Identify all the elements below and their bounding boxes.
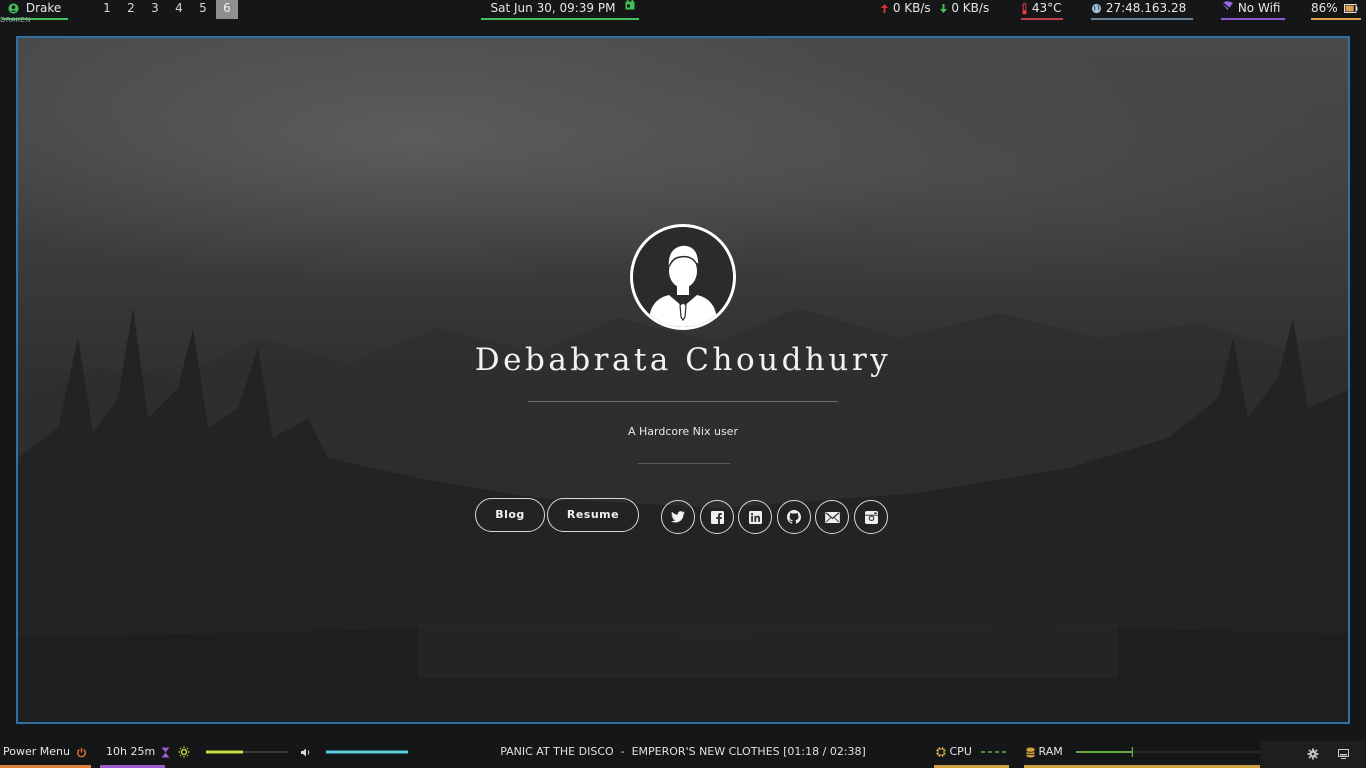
bottom-panel: Power Menu 10h 25m PANIC AT THE DISCO - … [0,740,1366,768]
user-avatar-icon [633,227,733,327]
volume-fill [325,750,408,754]
ram-marker [1132,747,1134,757]
battery-percent: 86% [1311,1,1338,15]
download-speed: 0 KB/s [951,1,990,15]
now-playing-widget[interactable]: PANIC AT THE DISCO - EMPEROR'S NEW CLOTH… [430,740,936,768]
upload-speed: 0 KB/s [892,1,931,15]
temperature-value: 43°C [1031,1,1062,15]
clock-text: Sat Jun 30, 09:39 PM [490,1,616,15]
wifi-widget[interactable]: No Wifi [1221,0,1285,20]
power-icon [77,747,87,757]
thermometer-icon [1022,2,1027,14]
email-icon [824,511,840,523]
upload-arrow-icon [881,4,888,13]
ram-widget: RAM [1024,740,1263,768]
instagram-icon [864,510,878,524]
workspace-5[interactable]: 5 [192,0,214,19]
ram-label: RAM [1038,745,1063,758]
ram-fill [1076,751,1133,753]
facebook-icon [710,510,724,524]
clock-widget[interactable]: Sat Jun 30, 09:39 PM [481,0,639,20]
brightness-icon [178,746,190,758]
user-icon [8,3,19,14]
linkedin-icon [748,510,762,524]
profile-tagline: A Hardcore Nix user [628,425,738,438]
ip-widget: 27:48.163.28 [1091,0,1193,20]
workspace-6[interactable]: 6 [216,0,238,19]
ip-address: 27:48.163.28 [1105,1,1187,15]
twitter-link[interactable] [661,500,695,534]
power-menu-label: Power Menu [3,745,70,758]
cpu-label: CPU [949,745,972,758]
download-arrow-icon [939,4,947,13]
user-sublabel: DRAKEN [0,16,31,24]
volume-slider[interactable] [325,749,408,755]
network-speed-widget: 0 KB/s 0 KB/s [880,0,1000,20]
system-tray [1260,741,1366,768]
twitter-icon [671,511,685,523]
browser-window[interactable]: Debabrata Choudhury A Hardcore Nix user … [16,36,1350,724]
divider [528,401,838,402]
github-link[interactable] [777,500,811,534]
avatar [630,224,736,330]
resume-button[interactable]: Resume [547,498,639,532]
settings-gear-icon[interactable] [1307,748,1319,760]
speaker-icon [301,748,310,756]
facebook-link[interactable] [700,500,734,534]
github-icon [787,510,801,524]
workspace-2[interactable]: 2 [120,0,142,19]
cpu-widget: CPU [934,740,1009,768]
uptime-widget: 10h 25m [100,740,170,768]
workspace-1[interactable]: 1 [96,0,118,19]
memory-icon [1026,747,1035,757]
battery-widget: 86% [1311,0,1361,20]
linkedin-link[interactable] [738,500,772,534]
chip-icon [936,747,946,757]
wifi-off-icon [1221,1,1234,13]
display-icon[interactable] [1338,749,1349,759]
top-panel: Drake DRAKEN 1 2 3 4 5 6 Sat Jun 30, 09:… [0,0,1366,24]
now-playing-text: PANIC AT THE DISCO - EMPEROR'S NEW CLOTH… [500,745,866,758]
profile-hero: Debabrata Choudhury A Hardcore Nix user … [18,38,1348,722]
brightness-slider[interactable] [205,749,288,755]
wifi-status: No Wifi [1237,1,1281,15]
workspace-3[interactable]: 3 [144,0,166,19]
hourglass-icon [161,747,170,757]
workspace-4[interactable]: 4 [168,0,190,19]
temperature-widget: 43°C [1021,0,1063,20]
brightness-widget[interactable] [178,740,288,768]
battery-fill [1345,5,1354,12]
profile-name: Debabrata Choudhury [474,342,892,378]
instagram-link[interactable] [854,500,888,534]
globe-icon [1091,3,1102,14]
brightness-fill [205,750,243,754]
ram-graph [1076,747,1263,757]
user-name: Drake [25,1,62,15]
divider [638,463,730,464]
battery-icon [1343,4,1357,13]
email-link[interactable] [815,500,849,534]
power-menu-button[interactable]: Power Menu [0,740,91,768]
uptime-value: 10h 25m [106,745,156,758]
cpu-graph [981,751,1007,753]
calendar-icon [625,0,635,10]
blog-button[interactable]: Blog [475,498,545,532]
volume-widget[interactable] [300,740,410,768]
